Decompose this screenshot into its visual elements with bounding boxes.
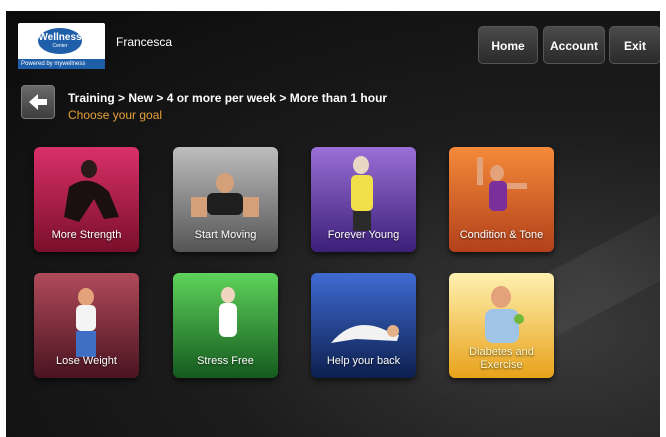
exit-button[interactable]: Exit <box>609 26 660 64</box>
goal-tile-more-strength[interactable]: More Strength <box>34 147 139 252</box>
arrow-left-icon <box>29 94 47 110</box>
goal-label: Stress Free <box>197 355 254 367</box>
logo-subtext: Center <box>52 43 68 49</box>
goal-label: Lose Weight <box>56 355 117 367</box>
account-button[interactable]: Account <box>543 26 605 64</box>
goal-tile-condition-tone[interactable]: Condition & Tone <box>449 147 554 252</box>
goal-tile-lose-weight[interactable]: Lose Weight <box>34 273 139 378</box>
goal-label: Help your back <box>326 355 401 367</box>
goal-label: Start Moving <box>194 229 257 241</box>
user-name: Francesca <box>116 35 173 49</box>
goal-label: Diabetes and Exercise <box>469 346 534 371</box>
logo-text: Wellness <box>38 32 82 43</box>
goal-tile-stress-free[interactable]: Stress Free <box>173 273 278 378</box>
app-screen: Wellness Center Powered by mywellness Fr… <box>6 11 660 437</box>
home-button[interactable]: Home <box>478 26 538 64</box>
goal-tile-start-moving[interactable]: Start Moving <box>173 147 278 252</box>
logo-powered-by: Powered by mywellness <box>18 59 105 69</box>
goal-label: Condition & Tone <box>459 229 544 241</box>
goal-label: More Strength <box>51 229 122 241</box>
back-button[interactable] <box>21 85 55 119</box>
goal-tile-help-your-back[interactable]: Help your back <box>311 273 416 378</box>
wellness-logo: Wellness Center Powered by mywellness <box>18 23 105 69</box>
goal-label: Forever Young <box>327 229 400 241</box>
goal-tile-diabetes-exercise[interactable]: Diabetes and Exercise <box>449 273 554 378</box>
goal-tile-forever-young[interactable]: Forever Young <box>311 147 416 252</box>
goal-prompt: Choose your goal <box>68 108 163 122</box>
breadcrumb: Training > New > 4 or more per week > Mo… <box>68 91 388 105</box>
logo-emblem: Wellness Center <box>38 28 82 54</box>
